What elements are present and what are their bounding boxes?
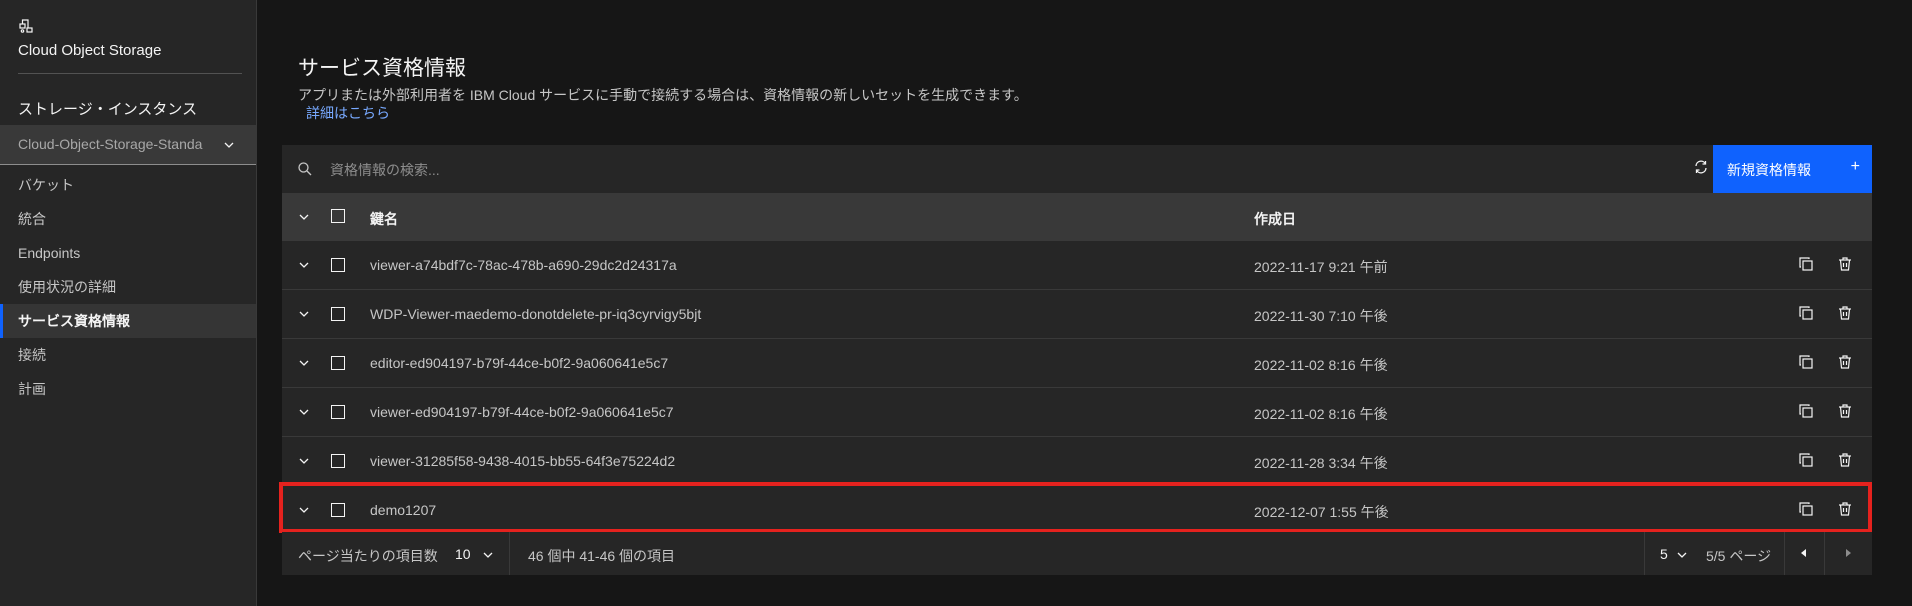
row-checkbox[interactable] [331, 356, 345, 370]
copy-icon[interactable] [1798, 452, 1814, 468]
column-header-name[interactable]: 鍵名 [370, 209, 398, 229]
table-row[interactable]: viewer-31285f58-9438-4015-bb55-64f3e7522… [282, 437, 1872, 486]
expand-row-chevron-icon[interactable] [297, 356, 311, 370]
expand-row-chevron-icon[interactable] [297, 258, 311, 272]
expand-row-chevron-icon[interactable] [297, 503, 311, 517]
trash-icon[interactable] [1837, 403, 1853, 419]
expand-all-chevron-icon[interactable] [297, 210, 311, 224]
pagination-divider [509, 532, 510, 575]
refresh-icon [1693, 159, 1709, 180]
search-input[interactable] [328, 155, 1532, 185]
credential-name: WDP-Viewer-maedemo-donotdelete-pr-iq3cyr… [370, 306, 702, 322]
page-select[interactable]: 5 [1660, 546, 1668, 562]
select-all-checkbox[interactable] [331, 209, 345, 223]
row-checkbox[interactable] [331, 307, 345, 321]
learn-more-link[interactable]: 詳細はこちら [306, 103, 390, 123]
trash-icon[interactable] [1837, 305, 1853, 321]
credential-date: 2022-11-02 8:16 午後 [1254, 357, 1388, 373]
credential-name: editor-ed904197-b79f-44ce-b0f2-9a060641e… [370, 355, 669, 371]
plus-icon: + [1850, 158, 1860, 175]
service-title: Cloud Object Storage [18, 42, 162, 59]
table-row[interactable]: WDP-Viewer-maedemo-donotdelete-pr-iq3cyr… [282, 290, 1872, 339]
items-per-page-select[interactable]: 10 [455, 546, 471, 562]
sidebar-item-buckets[interactable]: バケット [0, 168, 256, 202]
trash-icon[interactable] [1837, 354, 1853, 370]
page-title: サービス資格情報 [298, 57, 466, 80]
credential-date: 2022-11-30 7:10 午後 [1254, 308, 1388, 324]
row-checkbox[interactable] [331, 258, 345, 272]
pagination: ページ当たりの項目数 10 46 個中 41-46 個の項目 5 5/5 ページ [282, 532, 1872, 575]
row-checkbox[interactable] [331, 454, 345, 468]
expand-row-chevron-icon[interactable] [297, 307, 311, 321]
credential-name: demo1207 [370, 502, 437, 518]
pagination-divider [1644, 532, 1645, 575]
copy-icon[interactable] [1798, 403, 1814, 419]
items-per-page-label: ページ当たりの項目数 [298, 548, 438, 564]
copy-icon[interactable] [1798, 256, 1814, 272]
item-range-text: 46 個中 41-46 個の項目 [528, 548, 676, 564]
table-row[interactable]: viewer-a74bdf7c-78ac-478b-a690-29dc2d243… [282, 241, 1872, 290]
instance-select-value: Cloud-Object-Storage-Standa [18, 136, 203, 152]
table-row[interactable]: demo1207 2022-12-07 1:55 午後 [282, 486, 1872, 535]
sidebar: Cloud Object Storage ストレージ・インスタンス Cloud-… [0, 0, 257, 606]
expand-row-chevron-icon[interactable] [297, 454, 311, 468]
chevron-down-icon [222, 138, 236, 152]
sidebar-item-plan[interactable]: 計画 [0, 372, 256, 406]
storage-instances-label: ストレージ・インスタンス [18, 101, 198, 118]
previous-page-button[interactable] [1784, 532, 1824, 575]
credential-name: viewer-ed904197-b79f-44ce-b0f2-9a060641e… [370, 404, 674, 420]
page-count-text: 5/5 ページ [1706, 548, 1772, 564]
column-header-date[interactable]: 作成日 [1254, 209, 1296, 229]
next-page-button[interactable] [1824, 532, 1872, 575]
new-credential-label: 新規資格情報 [1727, 162, 1811, 178]
expand-row-chevron-icon[interactable] [297, 405, 311, 419]
caret-left-icon [1799, 545, 1809, 563]
credential-name: viewer-31285f58-9438-4015-bb55-64f3e7522… [370, 453, 676, 469]
sidebar-item-usage-details[interactable]: 使用状況の詳細 [0, 270, 256, 304]
copy-icon[interactable] [1798, 501, 1814, 517]
instance-select[interactable]: Cloud-Object-Storage-Standa [0, 125, 256, 165]
table-row[interactable]: editor-ed904197-b79f-44ce-b0f2-9a060641e… [282, 339, 1872, 388]
sidebar-nav: バケット 統合 Endpoints 使用状況の詳細 サービス資格情報 接続 計画 [0, 168, 256, 406]
row-checkbox[interactable] [331, 503, 345, 517]
table-row[interactable]: viewer-ed904197-b79f-44ce-b0f2-9a060641e… [282, 388, 1872, 437]
trash-icon[interactable] [1837, 452, 1853, 468]
trash-icon[interactable] [1837, 501, 1853, 517]
new-credential-button[interactable]: 新規資格情報 + [1713, 145, 1872, 193]
table-header: 鍵名 作成日 [282, 193, 1872, 241]
sidebar-item-integrations[interactable]: 統合 [0, 202, 256, 236]
search-icon [297, 161, 313, 177]
chevron-down-icon[interactable] [482, 548, 494, 560]
credential-name: viewer-a74bdf7c-78ac-478b-a690-29dc2d243… [370, 257, 677, 273]
credential-date: 2022-12-07 1:55 午後 [1254, 504, 1389, 520]
sidebar-item-service-credentials[interactable]: サービス資格情報 [0, 304, 256, 338]
credential-date: 2022-11-02 8:16 午後 [1254, 406, 1388, 422]
credentials-table: 鍵名 作成日 viewer-a74bdf7c-78ac-478b-a690-29… [282, 193, 1872, 535]
trash-icon[interactable] [1837, 256, 1853, 272]
copy-icon[interactable] [1798, 305, 1814, 321]
credential-date: 2022-11-28 3:34 午後 [1254, 455, 1388, 471]
cloud-object-storage-icon [18, 18, 34, 34]
page-description: アプリまたは外部利用者を IBM Cloud サービスに手動で接続する場合は、資… [298, 87, 1028, 103]
caret-right-icon [1843, 545, 1853, 563]
sidebar-item-endpoints[interactable]: Endpoints [0, 236, 256, 270]
copy-icon[interactable] [1798, 354, 1814, 370]
sidebar-divider [18, 73, 242, 74]
credential-date: 2022-11-17 9:21 午前 [1254, 259, 1388, 275]
sidebar-item-connections[interactable]: 接続 [0, 338, 256, 372]
chevron-down-icon[interactable] [1676, 548, 1688, 560]
table-toolbar: 新規資格情報 + [282, 145, 1872, 193]
row-checkbox[interactable] [331, 405, 345, 419]
